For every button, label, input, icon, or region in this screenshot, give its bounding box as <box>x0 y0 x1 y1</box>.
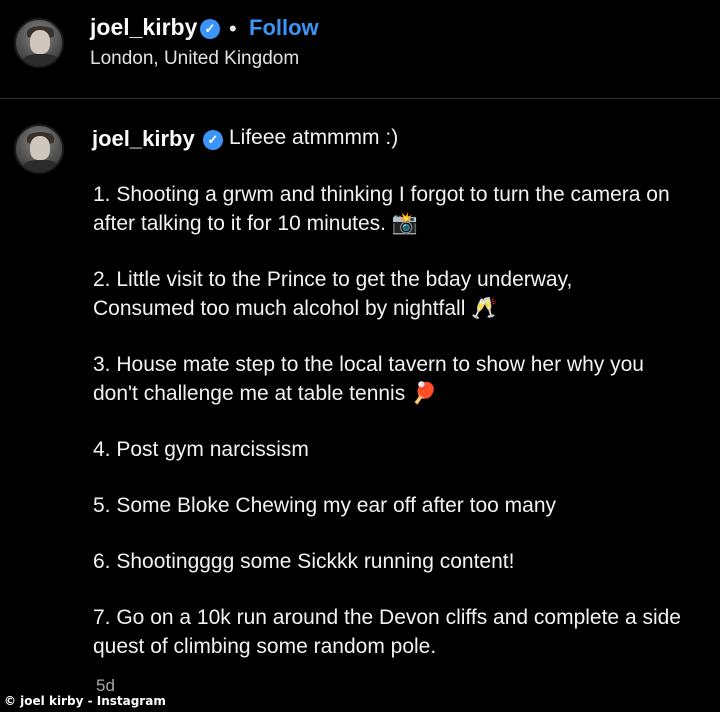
caption-body: 1. Shooting a grwm and thinking I forgot… <box>93 180 720 688</box>
caption-line: don't challenge me at table tennis 🏓 <box>93 382 438 405</box>
caption-line: 3. House mate step to the local tavern t… <box>93 353 644 376</box>
caption-line: 1. Shooting a grwm and thinking I forgot… <box>93 183 670 206</box>
caption-line: 4. Post gym narcissism <box>93 438 309 461</box>
caption-line: after talking to it for 10 minutes. 📸 <box>93 212 418 235</box>
caption-line: 7. Go on a 10k run around the Devon clif… <box>93 606 681 629</box>
avatar-body <box>22 160 60 172</box>
caption-item: 1. Shooting a grwm and thinking I forgot… <box>93 180 720 238</box>
caption-line: 2. Little visit to the Prince to get the… <box>93 268 573 291</box>
photo-credit: © joel kirby - Instagram <box>4 694 166 708</box>
caption-item: 5. Some Bloke Chewing my ear off after t… <box>93 491 720 520</box>
caption-line: 6. Shootingggg some Sickkk running conte… <box>93 550 515 573</box>
follow-button[interactable]: Follow <box>249 15 319 41</box>
caption-item: 3. House mate step to the local tavern t… <box>93 350 720 408</box>
verified-badge-icon: ✓ <box>203 130 223 150</box>
post-timestamp[interactable]: 5d <box>96 676 115 696</box>
caption-item: 6. Shootingggg some Sickkk running conte… <box>93 547 720 576</box>
post-header: joel_kirby ✓ • Follow London, United Kin… <box>0 0 720 99</box>
caption-line: 5. Some Bloke Chewing my ear off after t… <box>93 494 557 517</box>
caption-intro: Lifeee atmmmm :) <box>229 126 399 149</box>
caption-line: Consumed too much alcohol by nightfall 🥂 <box>93 297 498 320</box>
avatar-face <box>30 30 50 54</box>
caption-username[interactable]: joel_kirby <box>92 126 195 152</box>
profile-avatar[interactable] <box>14 18 64 68</box>
caption-line: quest of climbing some random pole. <box>93 635 437 658</box>
avatar-body <box>22 54 60 66</box>
avatar-face <box>30 136 50 160</box>
location-link[interactable]: London, United Kingdom <box>90 48 299 70</box>
caption-item: 4. Post gym narcissism <box>93 435 720 464</box>
caption-avatar[interactable] <box>14 124 64 174</box>
verified-badge-icon: ✓ <box>200 19 220 39</box>
caption-item: 2. Little visit to the Prince to get the… <box>93 265 720 323</box>
separator-dot: • <box>229 16 237 41</box>
header-username[interactable]: joel_kirby <box>90 14 197 41</box>
caption-item: 7. Go on a 10k run around the Devon clif… <box>93 603 720 661</box>
